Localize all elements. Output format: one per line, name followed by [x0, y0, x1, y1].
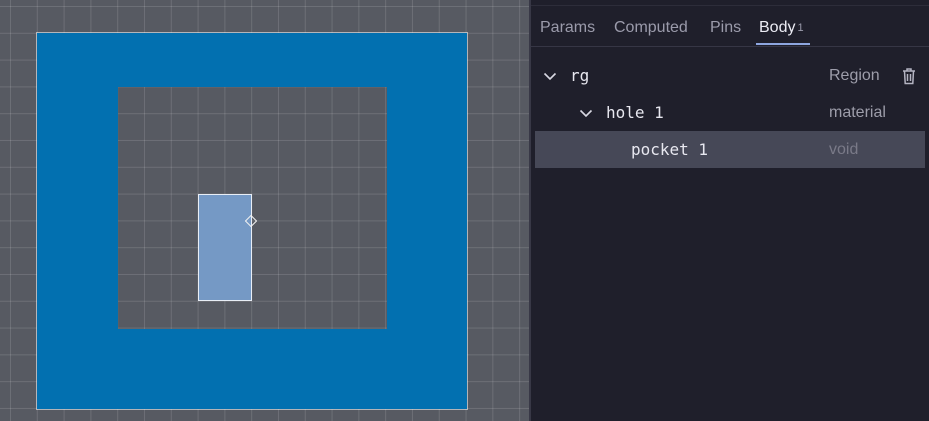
- diamond-handle-icon[interactable]: [245, 215, 257, 227]
- hole-1-shape[interactable]: [118, 87, 387, 329]
- tab-params[interactable]: Params: [540, 6, 595, 46]
- inspector-panel: Params Computed Pins Body 1 rg Region hol…: [531, 0, 929, 421]
- chevron-down-icon[interactable]: [579, 106, 593, 120]
- tree-type-hole-1: material: [829, 104, 886, 121]
- tab-body-label: Body: [759, 19, 796, 36]
- tree-type-pocket-1: void: [829, 141, 859, 158]
- tab-body[interactable]: Body 1: [759, 6, 804, 46]
- trash-icon[interactable]: [901, 67, 917, 85]
- tree-row-rg[interactable]: rg Region: [535, 57, 925, 94]
- tab-pins[interactable]: Pins: [710, 6, 741, 46]
- tree-row-hole-1[interactable]: hole 1 material: [535, 94, 925, 131]
- tab-body-count: 1: [797, 22, 804, 34]
- tree-label-hole-1: hole 1: [606, 103, 664, 122]
- tab-bar: Params Computed Pins Body 1: [531, 6, 929, 47]
- drawing-canvas[interactable]: [0, 0, 529, 421]
- chevron-down-icon[interactable]: [543, 69, 557, 83]
- tree-label-rg: rg: [570, 66, 590, 85]
- pocket-1-shape[interactable]: [198, 194, 252, 301]
- tree-type-rg: Region: [829, 67, 880, 84]
- tab-computed[interactable]: Computed: [614, 6, 688, 46]
- active-tab-indicator: [756, 43, 810, 45]
- tree-row-pocket-1[interactable]: pocket 1 void: [535, 131, 925, 168]
- tree-label-pocket-1: pocket 1: [631, 140, 709, 159]
